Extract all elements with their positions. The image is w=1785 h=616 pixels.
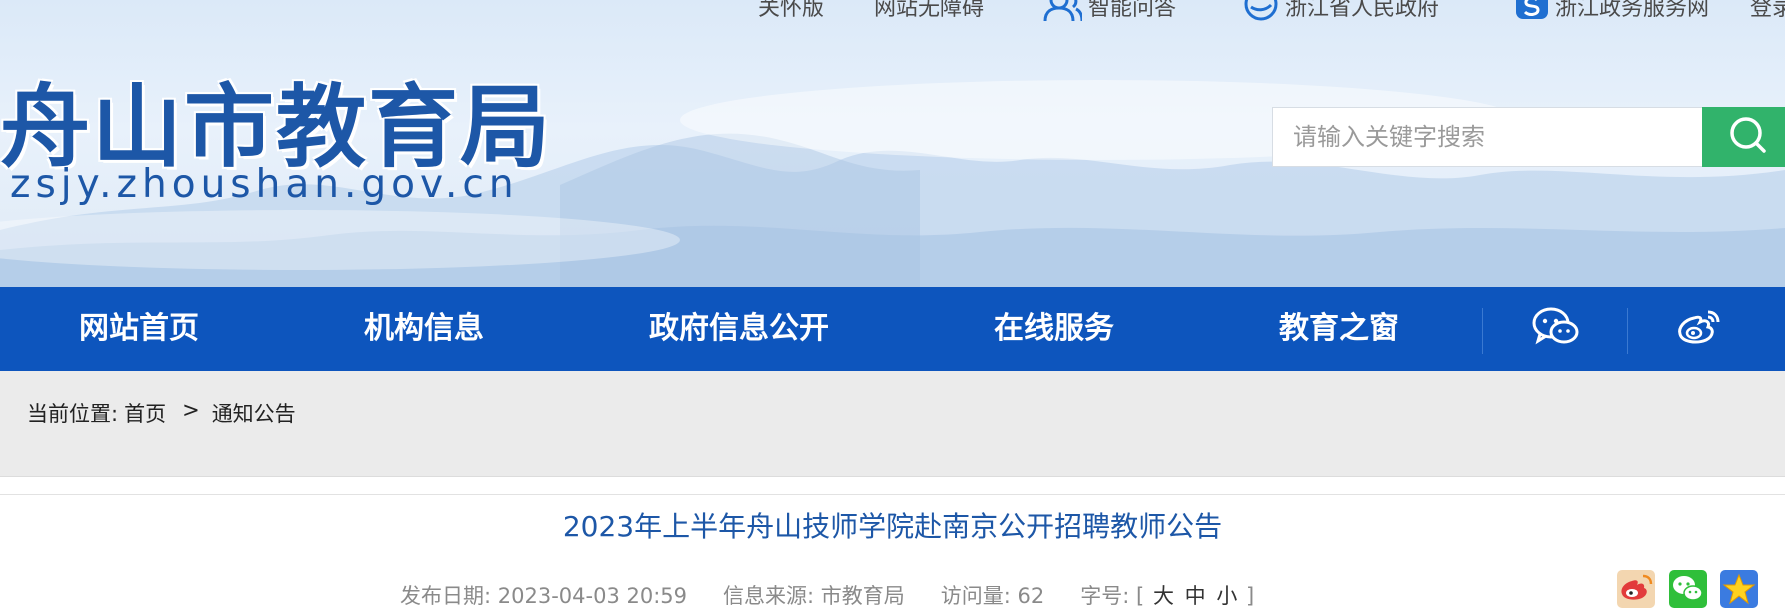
top-link-zhejiang-service[interactable]: 浙江政务服务网 <box>1515 0 1709 22</box>
info-source-value: 市教育局 <box>820 584 905 608</box>
top-link-label: 智能问答 <box>1088 0 1177 21</box>
top-link-care-version[interactable]: 关怀版 <box>758 0 824 22</box>
publish-date-value: 2023-04-03 20:59 <box>497 584 688 608</box>
search-input[interactable] <box>1273 108 1703 166</box>
nav-item-online-service[interactable]: 在线服务 <box>994 287 1114 371</box>
top-link-smart-qa[interactable]: 智能问答 <box>1042 0 1176 22</box>
font-size-label: 字号: <box>1080 584 1130 608</box>
breadcrumb-home-link[interactable]: 首页 <box>124 398 166 428</box>
top-link-zhejiang-gov[interactable]: 浙江省人民政府 <box>1243 0 1439 22</box>
nav-item-home[interactable]: 网站首页 <box>79 287 199 371</box>
nav-divider <box>1482 308 1483 354</box>
nav-item-education-window[interactable]: 教育之窗 <box>1279 287 1399 371</box>
search-box <box>1272 107 1703 167</box>
section-spacer <box>0 477 1785 495</box>
breadcrumb-current-link[interactable]: 通知公告 <box>212 398 296 428</box>
weibo-share-icon[interactable] <box>1617 570 1655 608</box>
favorite-star-icon[interactable] <box>1720 570 1758 608</box>
wechat-icon[interactable] <box>1532 306 1580 352</box>
article-meta: 发布日期: 2023-04-03 20:59 信息来源: 市教育局 访问量: 6… <box>400 580 1254 610</box>
font-size-bracket-close: ] <box>1246 584 1255 608</box>
breadcrumb-separator: > <box>182 398 200 422</box>
breadcrumb-prefix: 当前位置: <box>27 402 119 426</box>
weibo-icon[interactable] <box>1676 306 1722 350</box>
nav-divider <box>1627 308 1628 354</box>
top-link-label: 网站无障碍 <box>874 0 985 21</box>
top-link-label: 登录 <box>1750 0 1785 21</box>
font-size-bracket-open: [ <box>1136 584 1145 608</box>
wechat-share-icon[interactable] <box>1669 570 1707 608</box>
font-size-medium[interactable]: 中 <box>1185 584 1206 608</box>
user-group-icon <box>1042 0 1082 21</box>
zhejiang-gov-icon <box>1243 0 1279 21</box>
top-link-label: 浙江省人民政府 <box>1285 0 1440 21</box>
top-link-login[interactable]: 登录 <box>1750 0 1785 22</box>
info-source-label: 信息来源: <box>723 584 815 608</box>
site-logo-domain: zsjy.zhoushan.gov.cn <box>10 162 519 207</box>
nav-item-gov-info[interactable]: 政府信息公开 <box>649 287 829 371</box>
search-button[interactable] <box>1702 107 1785 167</box>
view-count-value: 62 <box>1017 584 1045 608</box>
view-count: 访问量: 62 <box>941 580 1045 610</box>
top-link-label: 关怀版 <box>758 0 825 21</box>
publish-date-label: 发布日期: <box>400 584 492 608</box>
top-link-accessibility[interactable]: 网站无障碍 <box>874 0 984 22</box>
nav-item-organization[interactable]: 机构信息 <box>364 287 484 371</box>
search-icon <box>1728 115 1768 159</box>
zhejiang-service-icon <box>1515 0 1549 21</box>
top-link-label: 浙江政务服务网 <box>1555 0 1710 21</box>
main-nav: 网站首页 机构信息 政府信息公开 在线服务 教育之窗 <box>0 287 1785 371</box>
font-size-control: 字号: [ 大 中 小 ] <box>1080 580 1254 610</box>
breadcrumb: 当前位置: 首页 > 通知公告 <box>0 371 1785 477</box>
info-source: 信息来源: 市教育局 <box>723 580 905 610</box>
view-count-label: 访问量: <box>940 584 1011 608</box>
publish-date: 发布日期: 2023-04-03 20:59 <box>400 580 687 610</box>
font-size-small[interactable]: 小 <box>1216 584 1237 608</box>
font-size-large[interactable]: 大 <box>1153 584 1174 608</box>
site-header: 关怀版 网站无障碍 智能问答 浙江省人民政府 浙江政务服务网 登录 舟山市教育局 <box>0 0 1785 287</box>
article-title: 2023年上半年舟山技师学院赴南京公开招聘教师公告 <box>562 510 1223 543</box>
